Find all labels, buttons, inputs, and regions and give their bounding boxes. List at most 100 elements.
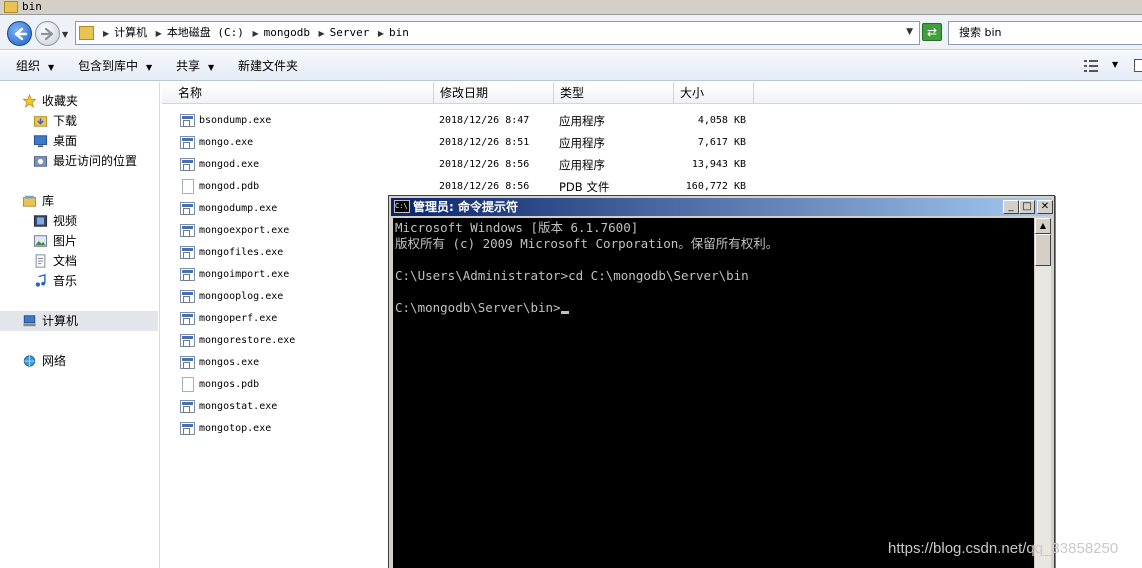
breadcrumb-item-computer[interactable]: 计算机	[114, 26, 147, 39]
nav-item-label: 音乐	[53, 274, 78, 288]
nav-computer-label: 计算机	[42, 314, 79, 328]
cmd-icon[interactable]: C:\	[394, 200, 410, 213]
command-toolbar: 组织 ▼ 包含到库中 ▼ 共享 ▼ 新建文件夹 ▼	[0, 51, 1142, 81]
view-dropdown-icon[interactable]: ▼	[1112, 60, 1118, 69]
application-icon	[180, 400, 195, 413]
new-folder-button[interactable]: 新建文件夹	[238, 51, 298, 81]
new-folder-label: 新建文件夹	[238, 59, 299, 73]
file-icon	[182, 179, 194, 194]
chevron-right-icon[interactable]: ▶	[318, 29, 324, 38]
file-type: 应用程序	[559, 158, 605, 172]
video-icon	[33, 215, 48, 227]
breadcrumb-item-local-disk[interactable]: 本地磁盘 (C:)	[167, 26, 244, 39]
file-date: 2018/12/26 8:51	[439, 137, 530, 148]
nav-item-label: 视频	[53, 214, 78, 228]
cmd-console[interactable]: Microsoft Windows [版本 6.1.7600] 版权所有 (c) …	[393, 218, 1034, 568]
chevron-right-icon[interactable]: ▶	[378, 29, 384, 38]
console-line: C:\mongodb\Server\bin>	[395, 300, 1032, 316]
file-type: 应用程序	[559, 114, 605, 128]
scroll-up-icon[interactable]: ▲	[1035, 218, 1051, 234]
column-header-date[interactable]: 修改日期	[434, 82, 554, 104]
cmd-window[interactable]: C:\ 管理员: 命令提示符 _ □ ✕ Microsoft Windows […	[388, 195, 1055, 568]
include-in-library-button[interactable]: 包含到库中 ▼	[78, 51, 152, 83]
console-line-text: 版权所有 (c) 2009 Microsoft Corporation。保留所有…	[395, 236, 779, 251]
breadcrumb-item-bin[interactable]: bin	[389, 26, 409, 39]
file-name: mongos.pdb	[199, 379, 260, 390]
close-button[interactable]: ✕	[1037, 200, 1053, 214]
file-row[interactable]: mongo.exe 2018/12/26 8:51 应用程序 7,617 KB	[162, 132, 762, 154]
file-name: mongod.pdb	[199, 181, 260, 192]
column-header-type[interactable]: 类型	[554, 82, 674, 104]
breadcrumb-item-server[interactable]: Server	[330, 26, 370, 39]
search-input[interactable]: 搜索 bin	[948, 21, 1142, 45]
application-icon	[180, 312, 195, 325]
refresh-button[interactable]: ⇄	[922, 23, 942, 41]
application-icon	[180, 290, 195, 303]
application-icon	[180, 202, 195, 215]
file-type: 应用程序	[559, 136, 605, 150]
text-cursor	[560, 311, 569, 314]
console-line-text: C:\Users\Administrator>cd C:\mongodb\Ser…	[395, 268, 749, 283]
file-row[interactable]: bsondump.exe 2018/12/26 8:47 应用程序 4,058 KB	[162, 110, 762, 132]
column-header-row: 名称 修改日期 类型 大小	[162, 82, 1142, 104]
file-name: mongoperf.exe	[199, 313, 278, 324]
breadcrumb: ▶ 计算机 ▶ 本地磁盘 (C:) ▶ mongodb ▶ Server ▶ bin	[98, 22, 409, 45]
nav-favorites-label: 收藏夹	[42, 94, 79, 108]
application-icon	[180, 356, 195, 369]
nav-network-label: 网络	[42, 354, 67, 368]
application-icon	[180, 224, 195, 237]
arrow-right-icon	[40, 27, 54, 41]
folder-icon	[79, 26, 94, 40]
refresh-icon: ⇄	[926, 25, 938, 39]
address-bar[interactable]: ▶ 计算机 ▶ 本地磁盘 (C:) ▶ mongodb ▶ Server ▶ bin ▼	[75, 21, 920, 45]
cmd-titlebar[interactable]: C:\ 管理员: 命令提示符 _ □ ✕	[391, 198, 1053, 216]
picture-icon	[33, 235, 48, 247]
scrollbar-thumb[interactable]	[1035, 234, 1051, 266]
network-icon	[23, 355, 36, 367]
column-header-size[interactable]: 大小	[674, 82, 754, 104]
history-dropdown-icon[interactable]: ▼	[62, 30, 68, 39]
chevron-right-icon[interactable]: ▶	[156, 29, 162, 38]
file-size: 13,943 KB	[691, 159, 746, 170]
application-icon	[180, 422, 195, 435]
chevron-down-icon: ▼	[208, 63, 215, 72]
address-dropdown-icon[interactable]: ▼	[906, 27, 913, 37]
nav-item-label: 图片	[53, 234, 78, 248]
breadcrumb-item-mongodb[interactable]: mongodb	[264, 26, 310, 39]
file-name: mongotop.exe	[199, 423, 272, 434]
computer-icon	[23, 315, 36, 327]
file-name: mongooplog.exe	[199, 291, 284, 302]
column-header-name[interactable]: 名称	[172, 82, 434, 104]
application-icon	[180, 114, 195, 127]
nav-item-label: 文档	[53, 254, 78, 268]
chevron-right-icon[interactable]: ▶	[103, 29, 109, 38]
file-row[interactable]: mongod.exe 2018/12/26 8:56 应用程序 13,943 KB	[162, 154, 762, 176]
navigation-pane: 收藏夹 下载 桌面 最近访问的位置 库 视频 图片 文档 音乐 计算机 网络	[0, 82, 160, 568]
window-titlebar: bin	[0, 0, 1142, 15]
console-line-text: C:\mongodb\Server\bin>	[395, 300, 561, 315]
file-date: 2018/12/26 8:47	[439, 115, 530, 126]
minimize-button[interactable]: _	[1003, 200, 1019, 214]
application-icon	[180, 246, 195, 259]
organize-label: 组织	[16, 59, 41, 73]
share-label: 共享	[176, 59, 201, 73]
chevron-down-icon: ▼	[48, 63, 55, 72]
chevron-right-icon[interactable]: ▶	[252, 29, 258, 38]
include-in-library-label: 包含到库中	[78, 59, 139, 73]
application-icon	[180, 268, 195, 281]
view-options-icon[interactable]	[1084, 60, 1098, 72]
preview-pane-icon[interactable]	[1134, 59, 1142, 72]
maximize-button[interactable]: □	[1019, 200, 1035, 214]
music-note-icon	[35, 274, 46, 287]
application-icon	[180, 158, 195, 171]
cmd-scrollbar[interactable]: ▲	[1035, 218, 1051, 568]
share-button[interactable]: 共享 ▼	[176, 51, 214, 83]
nav-item-label: 下载	[53, 114, 78, 128]
nav-libraries-label: 库	[42, 194, 55, 208]
organize-button[interactable]: 组织 ▼	[16, 51, 54, 83]
back-button[interactable]	[7, 21, 32, 46]
file-icon	[182, 377, 194, 392]
file-size: 4,058 KB	[697, 115, 746, 126]
forward-button[interactable]	[35, 21, 60, 46]
file-name: mongos.exe	[199, 357, 260, 368]
